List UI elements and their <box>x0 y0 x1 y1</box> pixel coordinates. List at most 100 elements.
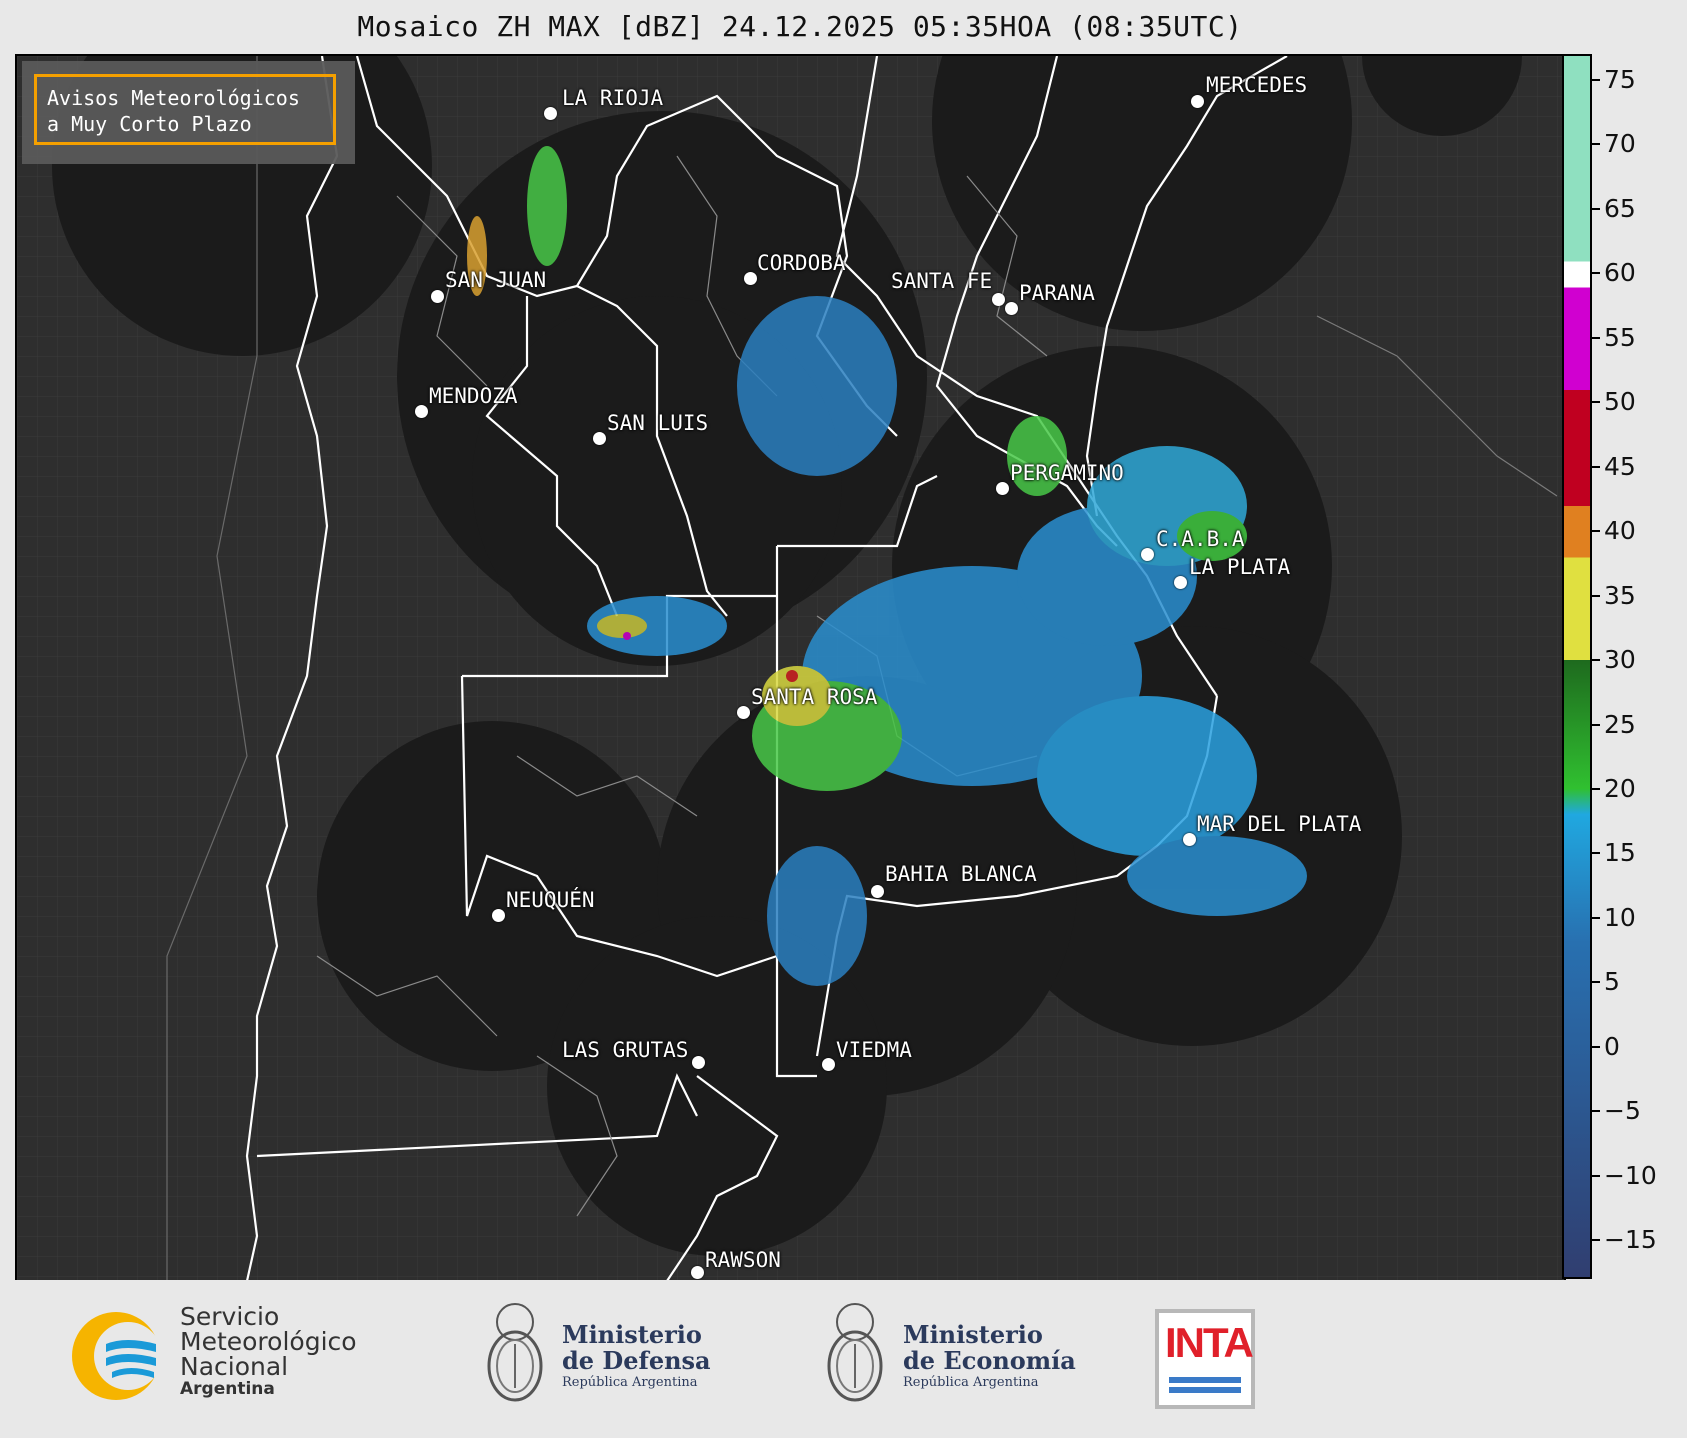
city-label: CORDOBA <box>757 251 846 275</box>
city-marker <box>822 1058 835 1071</box>
colorbar-tick <box>1592 659 1600 662</box>
colorbar-tick-label: 30 <box>1604 645 1636 675</box>
city-label: C.A.B.A <box>1156 527 1245 551</box>
colorbar-tick-label: 65 <box>1604 193 1636 223</box>
colorbar-tick-label: 15 <box>1604 838 1636 868</box>
colorbar-tick <box>1592 723 1600 726</box>
warning-line-1: Avisos Meteorológicos <box>47 86 300 110</box>
colorbar-tick <box>1592 272 1600 275</box>
city-label: SAN JUAN <box>445 268 547 292</box>
smn-name: Servicio Meteorológico Nacional Argentin… <box>180 1304 357 1399</box>
colorbar-tick <box>1592 981 1600 984</box>
warning-line-2: a Muy Corto Plazo <box>47 112 252 136</box>
economia-line-3: República Argentina <box>903 1375 1039 1390</box>
city-marker <box>691 1266 704 1279</box>
smn-line-1: Servicio <box>180 1302 280 1331</box>
city-marker <box>871 885 884 898</box>
city-label: SAN LUIS <box>607 411 709 435</box>
colorbar-tick-label: −10 <box>1604 1160 1657 1190</box>
city-marker <box>1005 302 1018 315</box>
colorbar-tick <box>1592 207 1600 210</box>
city-label: RAWSON <box>705 1248 781 1272</box>
city-marker <box>692 1056 705 1069</box>
colorbar-tick <box>1592 852 1600 855</box>
smn-line-4: Argentina <box>180 1379 275 1399</box>
colorbar-tick <box>1592 594 1600 597</box>
colorbar <box>1562 54 1592 1279</box>
colorbar-tick <box>1592 1045 1600 1048</box>
city-label: MENDOZA <box>429 384 518 408</box>
economia-line-2: de Economía <box>903 1346 1076 1375</box>
colorbar-tick-label: 40 <box>1604 516 1636 546</box>
city-label: SANTA FE <box>891 269 993 293</box>
city-marker <box>415 405 428 418</box>
city-label: LA RIOJA <box>562 86 664 110</box>
radar-map[interactable] <box>15 54 1566 1283</box>
inta-text: INTA <box>1165 1319 1254 1366</box>
city-label: SANTA ROSA <box>751 685 878 709</box>
colorbar-tick <box>1592 1239 1600 1242</box>
city-marker <box>1191 95 1204 108</box>
colorbar-tick-label: 25 <box>1604 709 1636 739</box>
colorbar-tick <box>1592 1174 1600 1177</box>
defensa-name: Ministerio de Defensa República Argentin… <box>562 1322 711 1392</box>
map-title: Mosaico ZH MAX [dBZ] 24.12.2025 05:35HOA… <box>357 10 1243 43</box>
city-label: MERCEDES <box>1206 73 1308 97</box>
economia-line-1: Ministerio <box>903 1320 1043 1349</box>
colorbar-tick-label: −15 <box>1604 1225 1657 1255</box>
city-marker <box>737 706 750 719</box>
smn-line-3: Nacional <box>180 1352 289 1381</box>
footer: Servicio Meteorológico Nacional Argentin… <box>0 1280 1687 1438</box>
colorbar-tick <box>1592 78 1600 81</box>
smn-logo-icon <box>72 1312 162 1400</box>
colorbar-tick-label: 55 <box>1604 322 1636 352</box>
inta-logo: INTA <box>1155 1309 1255 1409</box>
city-marker <box>1174 576 1187 589</box>
city-marker <box>431 290 444 303</box>
colorbar-tick-label: 20 <box>1604 774 1636 803</box>
city-label: VIEDMA <box>836 1038 912 1062</box>
colorbar-tick <box>1592 1110 1600 1113</box>
defensa-line-2: de Defensa <box>562 1346 711 1375</box>
colorbar-tick-label: 0 <box>1604 1031 1620 1061</box>
colorbar-tick-label: 45 <box>1604 451 1636 481</box>
colorbar-tick-label: 75 <box>1604 64 1636 94</box>
warning-box[interactable]: Avisos Meteorológicos a Muy Corto Plazo <box>34 74 336 145</box>
colorbar-tick-label: 60 <box>1604 258 1636 288</box>
economia-name: Ministerio de Economía República Argenti… <box>903 1322 1076 1392</box>
city-marker <box>593 432 606 445</box>
smn-line-2: Meteorológico <box>180 1327 357 1356</box>
city-label: MAR DEL PLATA <box>1197 812 1362 836</box>
city-marker <box>744 272 757 285</box>
colorbar-tick <box>1592 916 1600 919</box>
colorbar-tick-label: 35 <box>1604 580 1636 610</box>
colorbar-tick <box>1592 530 1600 533</box>
city-marker <box>1141 548 1154 561</box>
city-label: PERGAMINO <box>1010 461 1124 485</box>
colorbar-tick-label: 5 <box>1604 967 1620 997</box>
city-label: LA PLATA <box>1189 555 1291 579</box>
radar-map-canvas <box>17 56 1564 1281</box>
colorbar-tick-label: −5 <box>1604 1096 1641 1126</box>
colorbar-tick-label: 10 <box>1604 902 1636 932</box>
city-label: BAHIA BLANCA <box>885 862 1037 886</box>
colorbar-tick <box>1592 465 1600 468</box>
colorbar-tick-label: 50 <box>1604 387 1636 417</box>
defensa-line-3: República Argentina <box>562 1375 698 1390</box>
colorbar-tick <box>1592 336 1600 339</box>
city-label: PARANA <box>1019 281 1095 305</box>
colorbar-tick <box>1592 788 1600 790</box>
coat-of-arms-icon <box>487 1303 543 1402</box>
city-label: LAS GRUTAS <box>562 1038 689 1062</box>
defensa-line-1: Ministerio <box>562 1320 702 1349</box>
city-marker <box>544 107 557 120</box>
colorbar-tick <box>1592 401 1600 404</box>
city-marker <box>992 293 1005 306</box>
coat-of-arms-icon <box>827 1303 883 1402</box>
colorbar-tick-label: 70 <box>1604 129 1636 159</box>
colorbar-tick <box>1592 143 1600 146</box>
city-marker <box>996 482 1009 495</box>
city-marker <box>492 909 505 922</box>
city-label: NEUQUÉN <box>506 888 595 912</box>
city-marker <box>1183 833 1196 846</box>
